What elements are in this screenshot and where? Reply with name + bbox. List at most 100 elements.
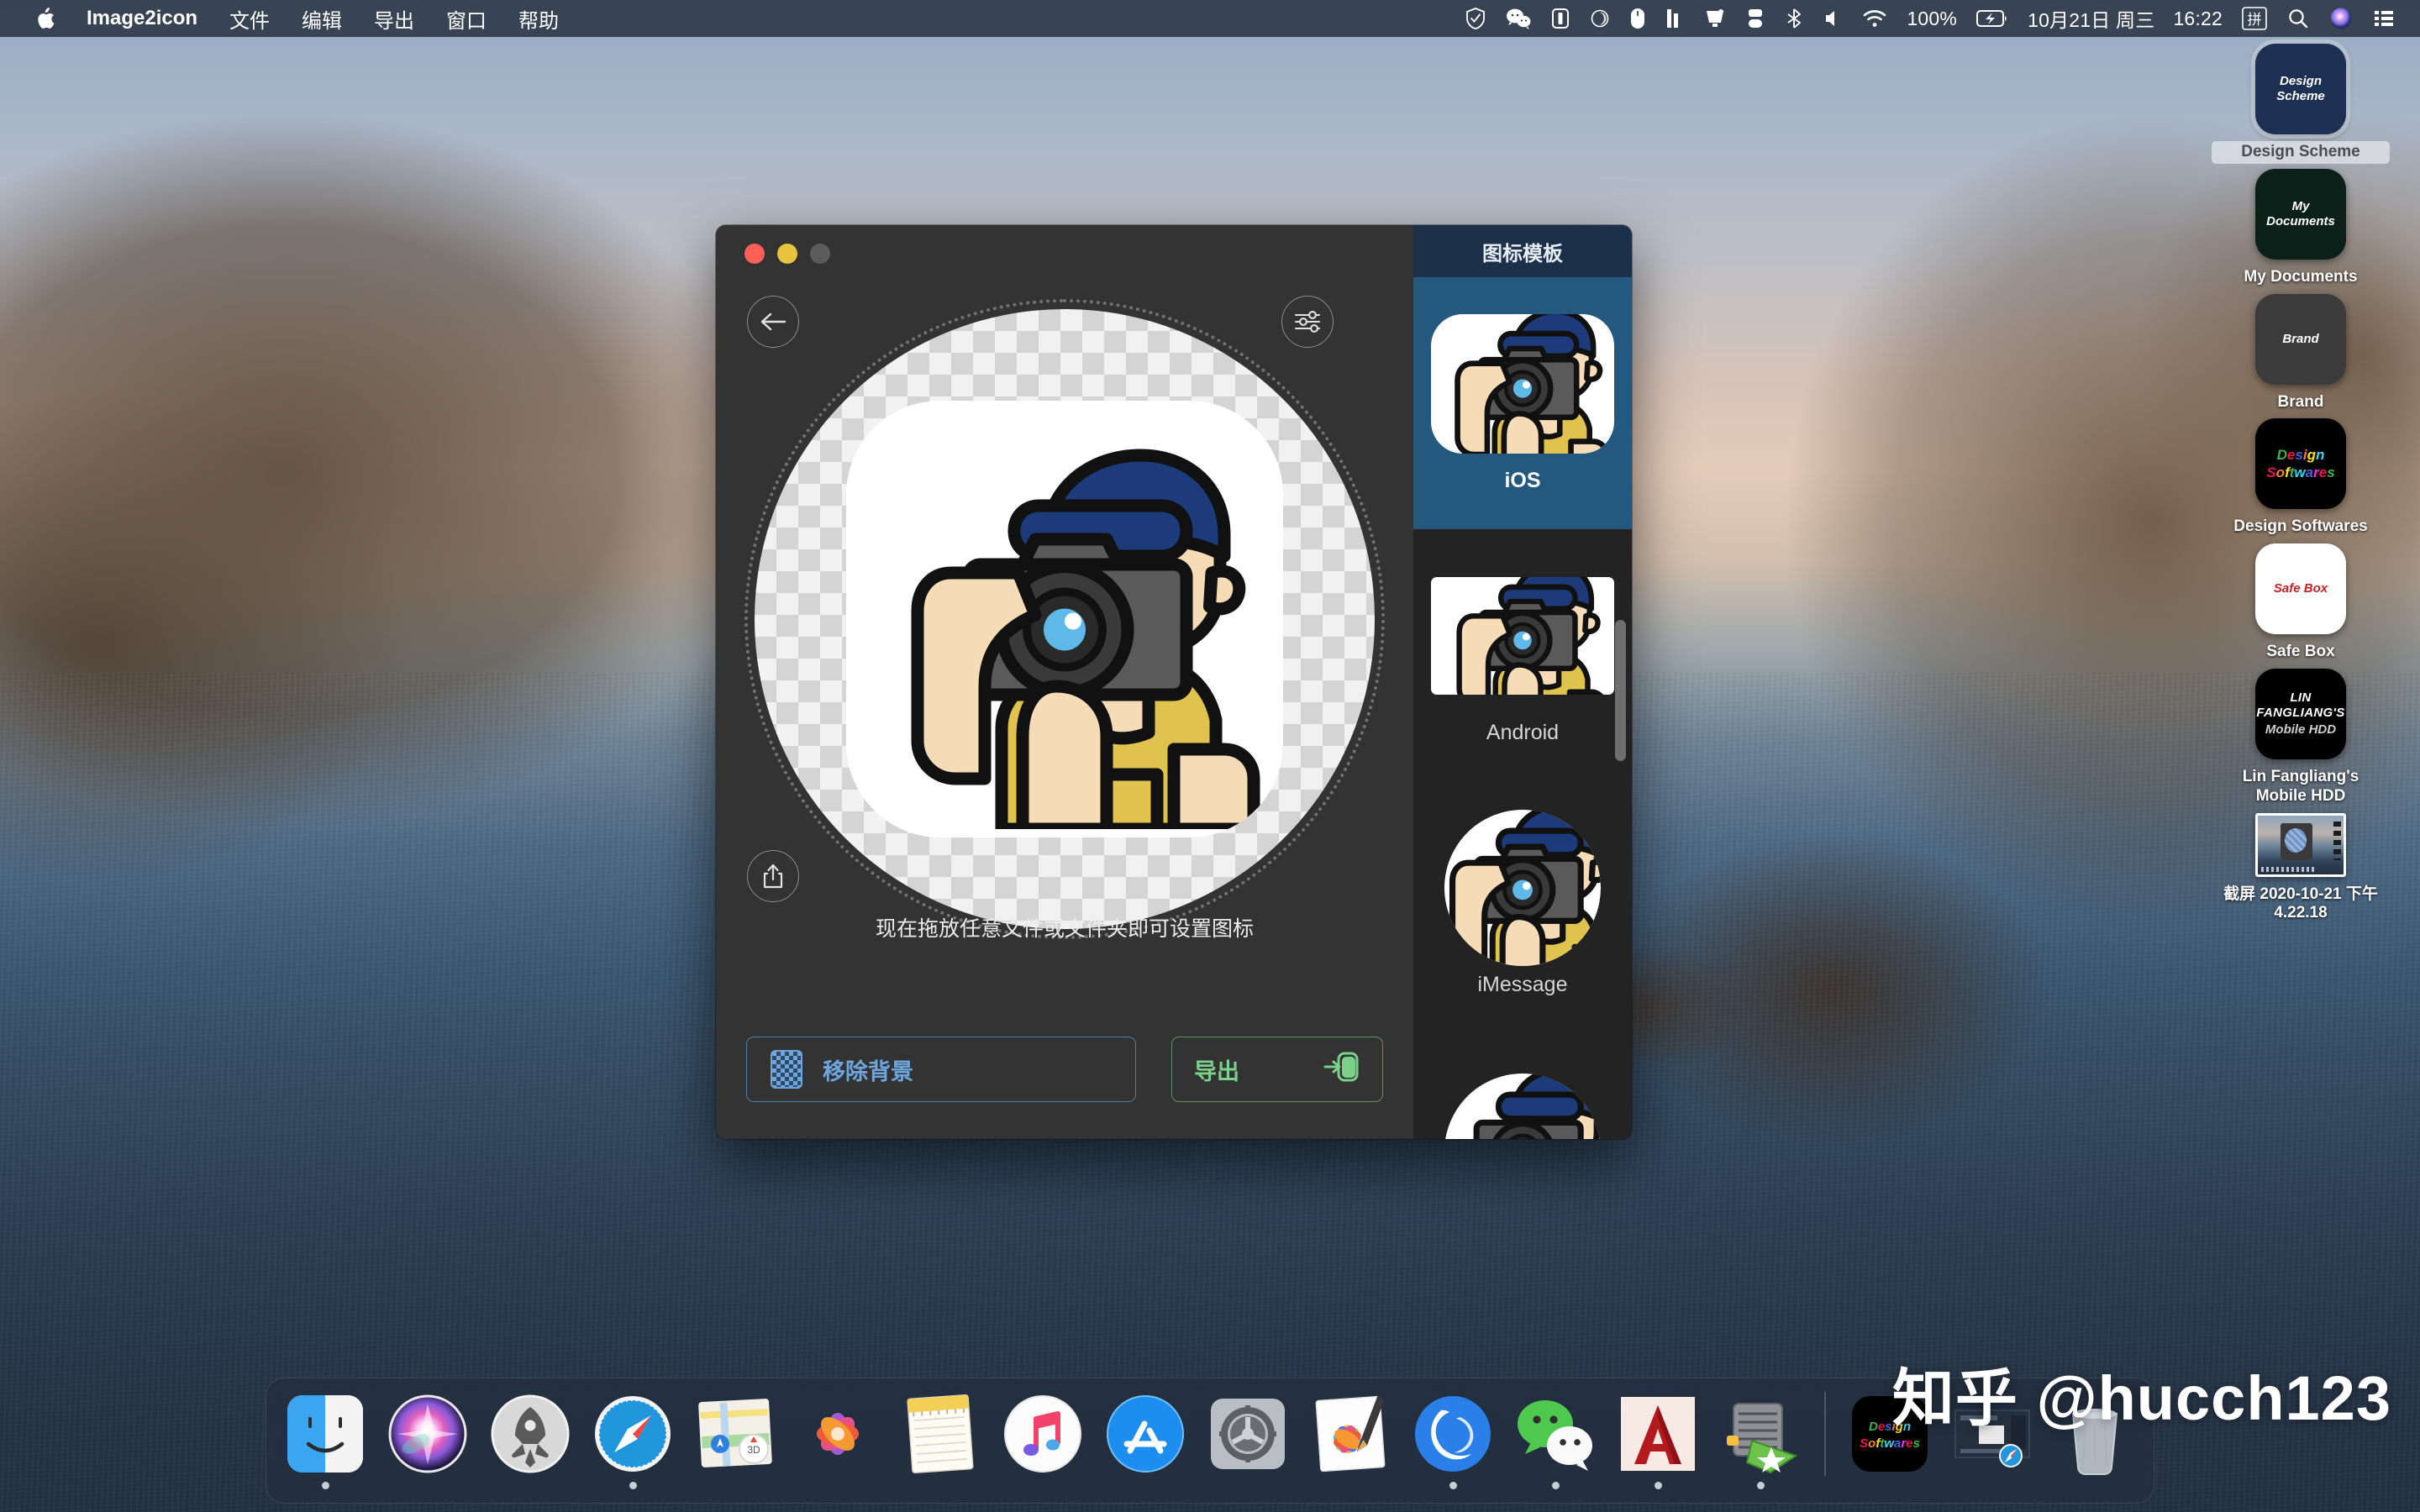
desktop-icon-label: Brand — [2277, 392, 2324, 411]
menu-help[interactable]: 帮助 — [502, 0, 575, 37]
desktop-icon-brand[interactable]: Brand Brand — [2210, 293, 2391, 414]
dock-item-siri[interactable] — [381, 1389, 475, 1489]
remove-background-button[interactable]: 移除背景 — [746, 1037, 1136, 1102]
menu-window[interactable]: 窗口 — [430, 0, 502, 37]
running-indicator — [937, 1482, 944, 1489]
battery-charging-icon[interactable] — [1966, 0, 2018, 37]
safe-box-tile-text: Safe Box — [2273, 581, 2328, 596]
dock-item-notes[interactable] — [893, 1389, 987, 1489]
moon-icon[interactable] — [1580, 0, 1620, 37]
running-indicator — [1039, 1482, 1047, 1489]
svg-text:Softwares: Softwares — [1860, 1436, 1920, 1451]
display-icon[interactable] — [1694, 0, 1736, 37]
dock-item-music[interactable] — [996, 1389, 1090, 1489]
export-label: 导出 — [1194, 1058, 1239, 1084]
dock-item-safari[interactable] — [586, 1389, 680, 1489]
template-item-imessage[interactable]: iMessage — [1413, 781, 1632, 1033]
template-item-ios[interactable]: iOS — [1413, 277, 1632, 529]
running-indicator — [732, 1482, 739, 1489]
dock-item-design-softwares-folder[interactable]: Design Softwares — [1843, 1389, 1937, 1489]
zoom-button[interactable] — [810, 244, 830, 264]
desktop-icon-safe-box[interactable]: Safe Box Safe Box — [2210, 543, 2391, 664]
siri-icon — [384, 1389, 471, 1476]
dock-item-launchpad[interactable] — [483, 1389, 577, 1489]
desktop-icon-grid: Design Scheme Design Scheme My Documents… — [2210, 44, 2391, 930]
design-softwares-tile-text: Design Softwares — [2266, 447, 2335, 481]
window-traffic-lights — [744, 244, 830, 264]
archiver-icon — [1717, 1389, 1804, 1476]
mobile-hdd-tile: LIN FANGLIANG'S Mobile HDD — [2255, 668, 2346, 759]
dock-item-finder[interactable] — [278, 1389, 372, 1489]
shield-check-icon[interactable] — [1455, 0, 1496, 37]
search-icon[interactable] — [2277, 0, 2319, 37]
desktop-icon-my-documents[interactable]: My Documents My Documents — [2210, 168, 2391, 289]
minimize-button[interactable] — [777, 244, 797, 264]
template-label: Android — [1486, 720, 1560, 744]
running-indicator — [1756, 1482, 1765, 1489]
apple-menu[interactable] — [18, 0, 71, 37]
wechat-icon[interactable] — [1496, 0, 1541, 37]
screen-mirror-icon[interactable] — [1541, 0, 1580, 37]
my-documents-tile: My Documents — [2255, 168, 2346, 260]
mouse-icon[interactable] — [1620, 0, 1655, 37]
close-button[interactable] — [744, 244, 765, 264]
dock-item-app-store[interactable] — [1098, 1389, 1192, 1489]
wifi-icon[interactable] — [1852, 0, 1897, 37]
dock-item-wechat[interactable] — [1508, 1389, 1602, 1489]
dock-item-browser[interactable] — [1406, 1389, 1500, 1489]
dock-item-system-preferences[interactable] — [1201, 1389, 1295, 1489]
window-main-area: 现在拖放任意文件或文件夹即可设置图标 移除背景 导出 — [716, 225, 1413, 1139]
running-indicator — [2091, 1482, 2099, 1489]
dock-item-trash[interactable] — [2048, 1389, 2142, 1489]
menu-edit[interactable]: 编辑 — [286, 0, 358, 37]
template-thumbnail — [1431, 313, 1614, 454]
siri-icon[interactable] — [2319, 0, 2363, 37]
android-thumb-shape — [1431, 576, 1614, 695]
remove-background-label: 移除背景 — [823, 1058, 913, 1084]
dock-item-autocad[interactable] — [1611, 1389, 1705, 1489]
bars-icon[interactable] — [1655, 0, 1694, 37]
running-indicator — [1142, 1482, 1150, 1489]
dock-item-archiver[interactable] — [1713, 1389, 1807, 1489]
template-item-android[interactable]: Android — [1413, 529, 1632, 781]
drop-hint-text: 现在拖放任意文件或文件夹即可设置图标 — [875, 917, 1254, 941]
sidebar-scrollbar[interactable] — [1615, 620, 1626, 761]
bluetooth-icon[interactable] — [1775, 0, 1813, 37]
menu-app-name[interactable]: Image2icon — [71, 7, 213, 30]
my-documents-tile-text: My Documents — [2266, 199, 2335, 228]
desktop-icon-mobile-hdd[interactable]: LIN FANGLIANG'S Mobile HDD Lin Fangliang… — [2210, 668, 2391, 808]
screenshot-preview — [2258, 815, 2344, 874]
desktop-icon-label: My Documents — [2244, 267, 2358, 286]
transparency-checkerboard — [744, 299, 1385, 939]
dock-item-screenshot-file[interactable] — [1945, 1389, 2039, 1489]
dock: 3D Design Softwares — [266, 1378, 2154, 1504]
menubar-time[interactable]: 16:22 — [2164, 8, 2232, 30]
export-arrow-icon — [1322, 1049, 1360, 1090]
menu-bar-left: Image2icon 文件 编辑 导出 窗口 帮助 — [0, 0, 575, 37]
brand-tile: Brand — [2255, 293, 2346, 385]
menu-export[interactable]: 导出 — [358, 0, 430, 37]
dock-icon[interactable] — [1736, 0, 1775, 37]
running-indicator — [629, 1482, 637, 1489]
dock-item-photos[interactable] — [791, 1389, 885, 1489]
menubar-date[interactable]: 10月21日 周三 — [2018, 4, 2164, 33]
photographer-icon-preview[interactable] — [846, 401, 1283, 837]
dock-item-image-editor[interactable] — [1303, 1389, 1397, 1489]
desktop-icon-screenshot[interactable]: 截屏 2020-10-21 下午 4.22.18 — [2210, 812, 2391, 926]
control-center-icon[interactable] — [2363, 0, 2405, 37]
input-method-icon[interactable]: 拼 — [2232, 0, 2277, 37]
volume-icon[interactable] — [1813, 0, 1852, 37]
dock-item-maps[interactable]: 3D — [688, 1389, 782, 1489]
desktop-icon-label: Design Scheme — [2212, 141, 2390, 164]
desktop-icon-design-scheme[interactable]: Design Scheme Design Scheme — [2210, 44, 2391, 164]
desktop-icon-label: Design Softwares — [2233, 517, 2368, 536]
export-button[interactable]: 导出 — [1171, 1037, 1383, 1102]
running-indicator — [1449, 1482, 1457, 1489]
menu-file[interactable]: 文件 — [213, 0, 286, 37]
template-item-partial[interactable] — [1413, 1033, 1632, 1139]
launchpad-icon — [487, 1389, 574, 1476]
image2icon-window: 现在拖放任意文件或文件夹即可设置图标 移除背景 导出 图标模板 iOS Andr… — [716, 225, 1632, 1139]
desktop-icon-design-softwares[interactable]: Design Softwares Design Softwares — [2210, 418, 2391, 538]
app-store-icon — [1102, 1389, 1189, 1476]
system-preferences-icon — [1204, 1389, 1292, 1476]
